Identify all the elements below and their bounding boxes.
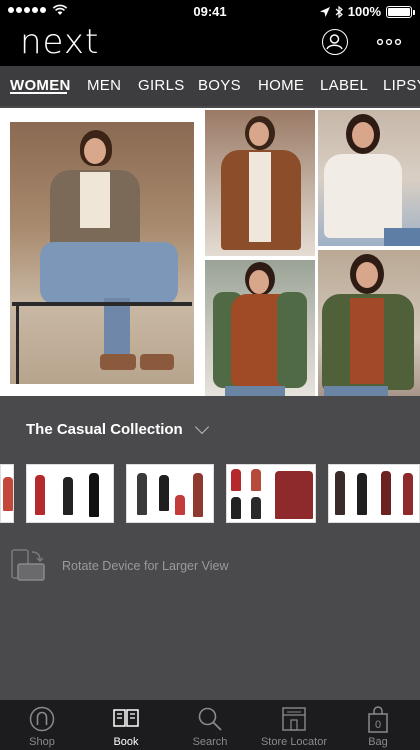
more-options-button[interactable] [376,30,402,54]
status-bar: 09:41 100% [0,0,420,22]
hero-image-brown-blazer[interactable] [205,110,315,256]
tab-label: Book [113,736,139,748]
tab-store-locator[interactable]: Store Locator [252,700,336,750]
hero-image-main[interactable] [10,122,194,384]
rotate-device-icon [10,548,46,584]
hero-image-white-blouse[interactable] [318,110,420,246]
hero-collage[interactable] [0,108,420,396]
status-right: 100% [319,4,415,19]
shop-icon [29,706,55,732]
tab-label: Search [192,736,228,748]
tab-label: Store Locator [260,736,328,748]
collection-selector[interactable]: The Casual Collection [26,419,209,438]
account-button[interactable] [322,29,348,55]
bag-count: 0 [375,719,381,731]
bluetooth-icon [335,5,343,18]
collection-thumbnail[interactable] [0,464,14,523]
tab-label: Shop [29,736,55,748]
hero-image-rust-top[interactable] [205,260,315,396]
battery-percent: 100% [347,4,381,19]
store-locator-icon [282,707,306,731]
tab-label: Bag [368,736,388,748]
nav-item-girls[interactable]: GIRLS [138,77,185,94]
ellipsis-icon [376,38,402,46]
app-header: next [0,22,420,66]
collection-thumbnail[interactable] [126,464,214,523]
nav-item-lipsy[interactable]: LIPSY [383,77,420,94]
collection-title: The Casual Collection [26,421,183,438]
collection-thumbnail[interactable] [226,464,316,523]
nav-item-boys[interactable]: BOYS [198,77,241,94]
tab-book[interactable]: Book [84,700,168,750]
location-arrow-icon [319,6,330,17]
search-icon [198,707,222,731]
bag-icon: 0 [368,706,388,733]
nav-item-label[interactable]: LABEL [320,77,368,94]
category-nav: WOMEN MEN GIRLS BOYS HOME LABEL LIPSY [0,66,420,106]
battery-icon [386,5,415,18]
tab-bag[interactable]: 0 Bag [336,700,420,750]
nav-item-men[interactable]: MEN [87,77,121,94]
book-icon [113,709,139,727]
tab-search[interactable]: Search [168,700,252,750]
hero-image-green-blazer[interactable] [318,250,420,396]
next-logo[interactable]: next [20,22,99,62]
nav-item-home[interactable]: HOME [258,77,304,94]
bottom-tab-bar: Shop Book Search Store Locator 0 Bag [0,700,420,750]
collection-thumbnail[interactable] [328,464,420,523]
active-tab-underline [10,92,67,94]
tab-shop[interactable]: Shop [0,700,84,750]
chevron-down-icon [194,419,209,434]
rotate-hint-text: Rotate Device for Larger View [62,559,229,573]
rotate-hint: Rotate Device for Larger View [10,548,229,584]
collection-thumbnail[interactable] [26,464,114,523]
user-icon [326,34,343,50]
